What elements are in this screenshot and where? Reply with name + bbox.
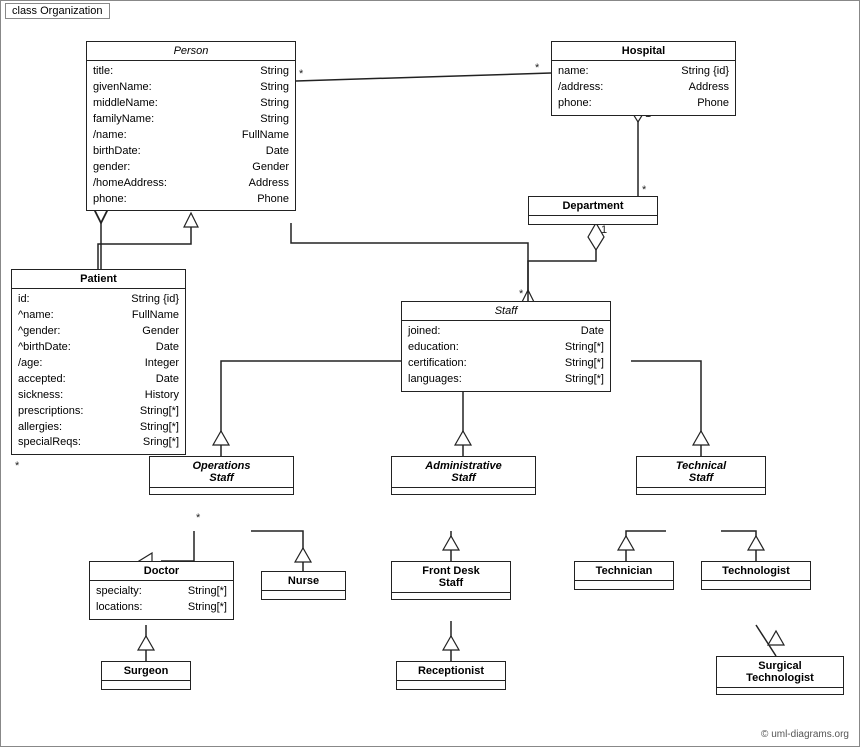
staff-title: Staff: [402, 302, 610, 321]
person-class: Person title:String givenName:String mid…: [86, 41, 296, 211]
surgeon-class: Surgeon: [101, 661, 191, 690]
staff-attrs: joined:Date education:String[*] certific…: [402, 321, 610, 391]
hospital-class: Hospital name:String {id} /address:Addre…: [551, 41, 736, 116]
front-desk-staff-title: Front DeskStaff: [392, 562, 510, 593]
doctor-attrs: specialty:String[*] locations:String[*]: [90, 581, 233, 619]
patient-class: Patient id:String {id} ^name:FullName ^g…: [11, 269, 186, 455]
svg-text:*: *: [299, 68, 304, 80]
administrative-staff-class: AdministrativeStaff: [391, 456, 536, 495]
department-attrs: [529, 216, 657, 224]
surgical-technologist-title: SurgicalTechnologist: [717, 657, 843, 688]
technologist-attrs: [702, 581, 810, 589]
nurse-class: Nurse: [261, 571, 346, 600]
svg-text:1: 1: [601, 224, 607, 236]
surgical-technologist-class: SurgicalTechnologist: [716, 656, 844, 695]
nurse-attrs: [262, 591, 345, 599]
person-attrs: title:String givenName:String middleName…: [87, 61, 295, 210]
front-desk-staff-attrs: [392, 593, 510, 599]
hospital-title: Hospital: [552, 42, 735, 61]
administrative-staff-title: AdministrativeStaff: [392, 457, 535, 488]
svg-text:*: *: [642, 184, 647, 196]
person-title: Person: [87, 42, 295, 61]
copyright-label: © uml-diagrams.org: [761, 729, 849, 740]
technologist-title: Technologist: [702, 562, 810, 581]
svg-text:*: *: [196, 512, 201, 524]
operations-staff-class: OperationsStaff: [149, 456, 294, 495]
doctor-title: Doctor: [90, 562, 233, 581]
surgeon-attrs: [102, 681, 190, 689]
technical-staff-attrs: [637, 488, 765, 494]
uml-diagram: class Organization: [0, 0, 860, 747]
department-title: Department: [529, 197, 657, 216]
operations-staff-attrs: [150, 488, 293, 494]
administrative-staff-attrs: [392, 488, 535, 494]
technical-staff-title: TechnicalStaff: [637, 457, 765, 488]
hospital-attrs: name:String {id} /address:Address phone:…: [552, 61, 735, 115]
technician-class: Technician: [574, 561, 674, 590]
receptionist-attrs: [397, 681, 505, 689]
svg-text:*: *: [535, 62, 540, 74]
receptionist-class: Receptionist: [396, 661, 506, 690]
operations-staff-title: OperationsStaff: [150, 457, 293, 488]
svg-text:*: *: [519, 288, 524, 300]
doctor-class: Doctor specialty:String[*] locations:Str…: [89, 561, 234, 620]
diagram-title: class Organization: [5, 3, 110, 19]
technical-staff-class: TechnicalStaff: [636, 456, 766, 495]
surgical-technologist-attrs: [717, 688, 843, 694]
patient-attrs: id:String {id} ^name:FullName ^gender:Ge…: [12, 289, 185, 454]
technician-attrs: [575, 581, 673, 589]
technician-title: Technician: [575, 562, 673, 581]
surgeon-title: Surgeon: [102, 662, 190, 681]
technologist-class: Technologist: [701, 561, 811, 590]
nurse-title: Nurse: [262, 572, 345, 591]
department-class: Department: [528, 196, 658, 225]
receptionist-title: Receptionist: [397, 662, 505, 681]
patient-title: Patient: [12, 270, 185, 289]
svg-text:*: *: [15, 460, 20, 472]
staff-class: Staff joined:Date education:String[*] ce…: [401, 301, 611, 392]
front-desk-staff-class: Front DeskStaff: [391, 561, 511, 600]
